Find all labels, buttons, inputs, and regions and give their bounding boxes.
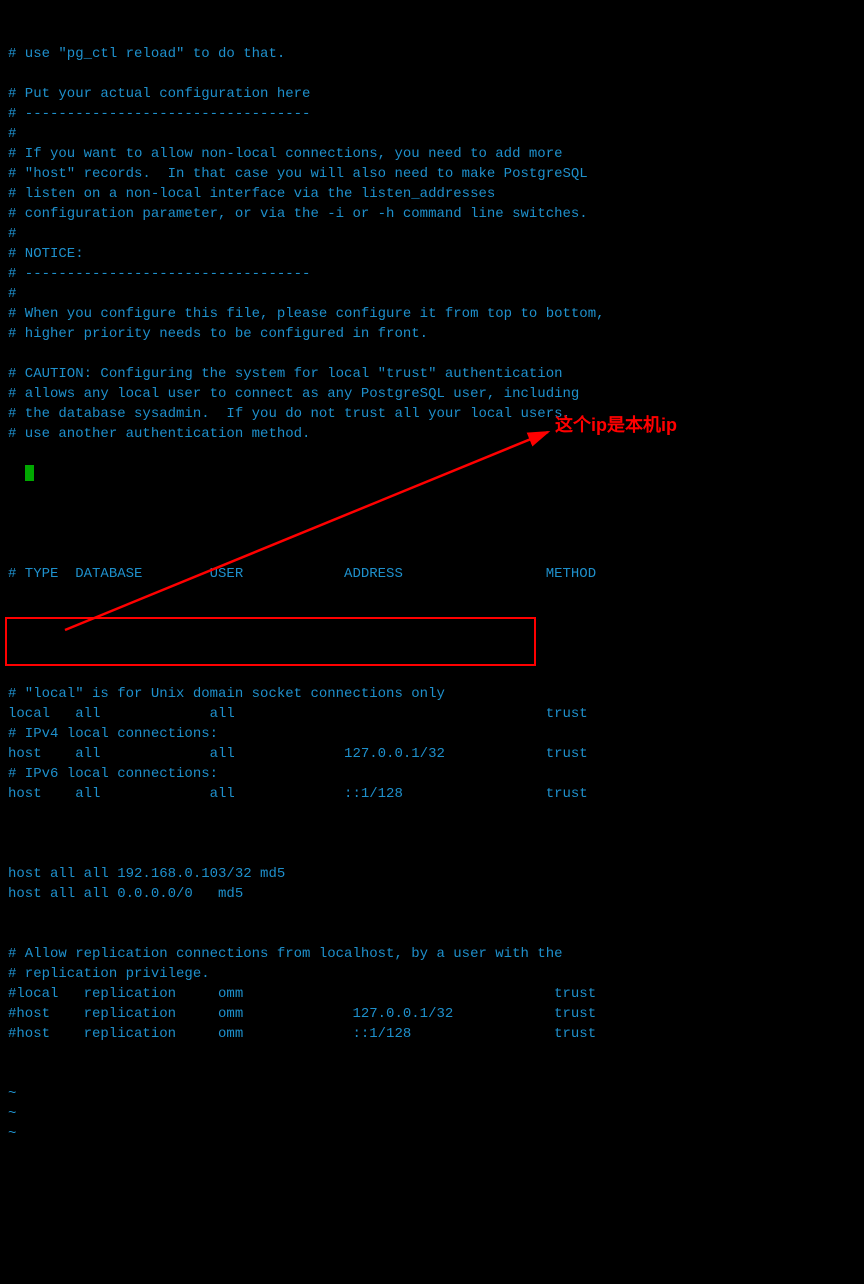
annotation-arrow bbox=[0, 420, 570, 640]
terminal-line: ~ bbox=[8, 1124, 856, 1144]
terminal-line: # IPv6 local connections: bbox=[8, 764, 856, 784]
terminal-line: ~ bbox=[8, 1104, 856, 1124]
terminal-line: # Put your actual configuration here bbox=[8, 84, 856, 104]
tilde-block: ~~~ bbox=[8, 1084, 856, 1144]
terminal-line: # replication privilege. bbox=[8, 964, 856, 984]
annotation-label: 这个ip是本机ip bbox=[555, 415, 677, 435]
terminal-line: host all all 0.0.0.0/0 md5 bbox=[8, 884, 856, 904]
terminal-line: # use "pg_ctl reload" to do that. bbox=[8, 44, 856, 64]
terminal-line: # higher priority needs to be configured… bbox=[8, 324, 856, 344]
terminal-line: host all all 127.0.0.1/32 trust bbox=[8, 744, 856, 764]
config-text-block: # use "pg_ctl reload" to do that. # Put y… bbox=[8, 44, 856, 444]
terminal-line: # ---------------------------------- bbox=[8, 264, 856, 284]
terminal-line: host all all 192.168.0.103/32 md5 bbox=[8, 864, 856, 884]
terminal-line: # bbox=[8, 124, 856, 144]
terminal-line: # If you want to allow non-local connect… bbox=[8, 144, 856, 164]
terminal-line: # When you configure this file, please c… bbox=[8, 304, 856, 324]
terminal-line: #host replication omm 127.0.0.1/32 trust bbox=[8, 1004, 856, 1024]
terminal-line: # "host" records. In that case you will … bbox=[8, 164, 856, 184]
terminal-line: # configuration parameter, or via the -i… bbox=[8, 204, 856, 224]
terminal-line bbox=[8, 804, 856, 824]
terminal-line: # IPv4 local connections: bbox=[8, 724, 856, 744]
terminal-line: #local replication omm trust bbox=[8, 984, 856, 1004]
body-block-2: # Allow replication connections from loc… bbox=[8, 944, 856, 1044]
terminal-window[interactable]: # use "pg_ctl reload" to do that. # Put y… bbox=[0, 0, 864, 787]
terminal-line: host all all ::1/128 trust bbox=[8, 784, 856, 804]
terminal-line: local all all trust bbox=[8, 704, 856, 724]
body-block-1: # "local" is for Unix domain socket conn… bbox=[8, 684, 856, 824]
terminal-line bbox=[8, 344, 856, 364]
terminal-line: # allows any local user to connect as an… bbox=[8, 384, 856, 404]
terminal-line: # listen on a non-local interface via th… bbox=[8, 184, 856, 204]
terminal-line: # NOTICE: bbox=[8, 244, 856, 264]
terminal-line: #host replication omm ::1/128 trust bbox=[8, 1024, 856, 1044]
terminal-line: # "local" is for Unix domain socket conn… bbox=[8, 684, 856, 704]
terminal-line: # bbox=[8, 224, 856, 244]
terminal-line: ~ bbox=[8, 1084, 856, 1104]
terminal-line: # bbox=[8, 284, 856, 304]
highlight-box bbox=[5, 617, 536, 666]
terminal-line: # CAUTION: Configuring the system for lo… bbox=[8, 364, 856, 384]
highlighted-block: host all all 192.168.0.103/32 md5host al… bbox=[8, 864, 856, 904]
terminal-line bbox=[8, 64, 856, 84]
terminal-line: # ---------------------------------- bbox=[8, 104, 856, 124]
terminal-line: # Allow replication connections from loc… bbox=[8, 944, 856, 964]
